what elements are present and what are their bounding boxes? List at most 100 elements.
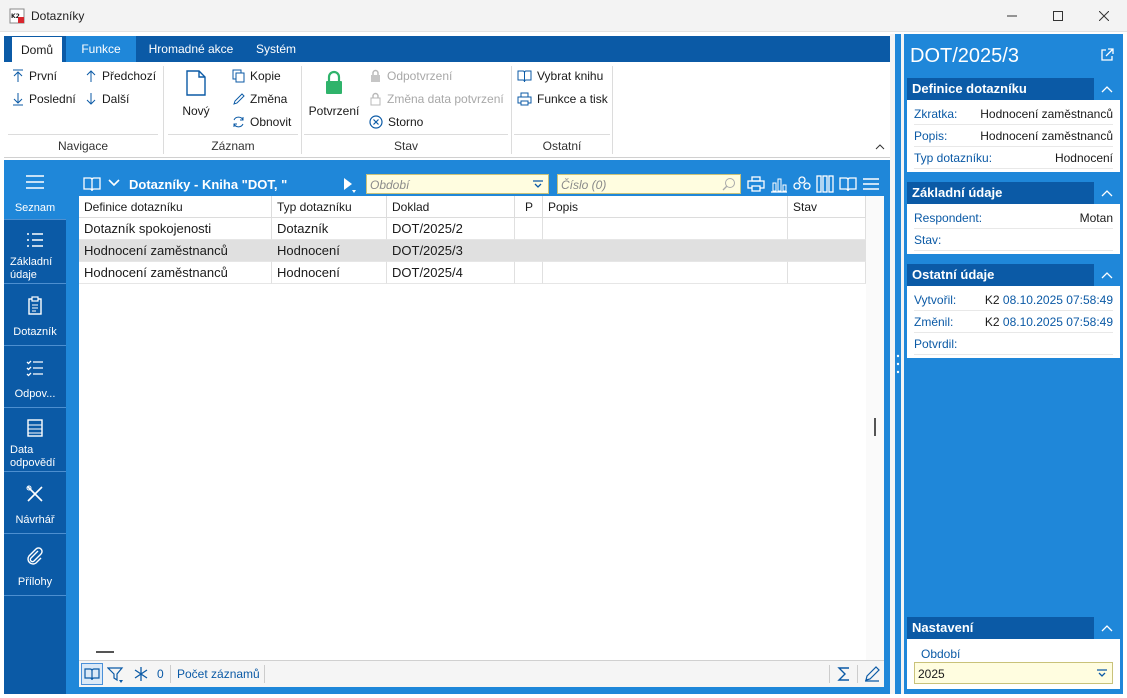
last-button[interactable]: Poslední bbox=[12, 92, 76, 106]
cell-doklad: DOT/2025/2 bbox=[387, 218, 515, 240]
field-zmenil: Změnil: K2 08.10.2025 07:58:49 bbox=[914, 311, 1113, 333]
first-button[interactable]: První bbox=[12, 69, 57, 83]
refresh-label: Obnovit bbox=[250, 115, 292, 129]
nav-item-seznam[interactable]: Seznam bbox=[4, 160, 66, 220]
app-logo-icon: K2 bbox=[9, 8, 25, 24]
book-icon[interactable] bbox=[83, 176, 101, 192]
column-header-popis[interactable]: Popis bbox=[543, 196, 788, 218]
scrollbar-thumb[interactable] bbox=[874, 418, 876, 436]
edit-button[interactable]: Změna bbox=[232, 92, 287, 106]
chevron-up-icon[interactable] bbox=[1094, 617, 1120, 639]
section-header-ostatni[interactable]: Ostatní údaje bbox=[907, 264, 1120, 286]
refresh-button[interactable]: Obnovit bbox=[232, 115, 291, 129]
nav-label: Odpov... bbox=[14, 388, 56, 400]
filter-icon[interactable] bbox=[107, 666, 125, 684]
cell-popis bbox=[543, 262, 788, 284]
book-icon bbox=[517, 70, 532, 83]
select-book-label: Vybrat knihu bbox=[537, 69, 604, 83]
field-zkratka: Zkratka: Hodnocení zaměstnanců bbox=[914, 103, 1113, 125]
book-open-icon[interactable] bbox=[839, 175, 857, 193]
section-header-definice[interactable]: Definice dotazníku bbox=[907, 78, 1120, 100]
snowflake-icon[interactable] bbox=[133, 666, 149, 682]
obdobi-filter-input[interactable]: Období bbox=[366, 174, 549, 194]
play-arrow-icon[interactable] bbox=[343, 177, 357, 193]
close-button[interactable] bbox=[1081, 0, 1127, 32]
users-icon[interactable] bbox=[793, 175, 811, 193]
timestamp[interactable]: 08.10.2025 07:58:49 bbox=[1003, 315, 1113, 329]
field-label: Stav: bbox=[914, 233, 942, 247]
nav-item-zakladni-udaje[interactable]: Základní údaje bbox=[4, 222, 66, 284]
chart-icon[interactable] bbox=[770, 175, 788, 193]
splitter-grip[interactable] bbox=[896, 352, 900, 376]
columns-icon[interactable] bbox=[816, 175, 834, 193]
column-header-stav[interactable]: Stav bbox=[788, 196, 866, 218]
column-header-typ[interactable]: Typ dotazníku bbox=[272, 196, 387, 218]
section-header-zakladni[interactable]: Základní údaje bbox=[907, 182, 1120, 204]
functions-print-button[interactable]: Funkce a tisk bbox=[517, 92, 608, 106]
nav-label: Dotazník bbox=[13, 326, 57, 338]
storno-button[interactable]: Storno bbox=[369, 115, 423, 129]
nav-item-dotaznik[interactable]: Dotazník bbox=[4, 286, 66, 346]
clipboard-icon bbox=[28, 296, 42, 315]
field-label: Potvrdil: bbox=[914, 337, 958, 351]
nav-item-odpovedi[interactable]: Odpov... bbox=[4, 348, 66, 408]
chevron-down-icon[interactable] bbox=[108, 179, 120, 187]
cell-definice: Hodnocení zaměstnanců bbox=[79, 240, 272, 262]
tab-hromadne-akce[interactable]: Hromadné akce bbox=[141, 36, 241, 62]
table-row[interactable]: Hodnocení zaměstnanců Hodnocení DOT/2025… bbox=[79, 262, 866, 284]
open-external-icon[interactable] bbox=[1100, 48, 1114, 62]
print-icon[interactable] bbox=[747, 175, 765, 193]
group-separator bbox=[612, 66, 613, 154]
edit-pencil-icon[interactable] bbox=[864, 666, 880, 682]
lock-disabled-icon bbox=[371, 69, 380, 82]
vertical-scrollbar[interactable] bbox=[866, 196, 884, 660]
table-row-selected[interactable]: Hodnocení zaměstnanců Hodnocení DOT/2025… bbox=[79, 240, 866, 262]
field-label: Změnil: bbox=[914, 315, 954, 329]
field-value: Hodnocení zaměstnanců bbox=[980, 107, 1113, 121]
change-confirm-date-button[interactable]: Změna data potvrzení bbox=[369, 92, 504, 106]
obdobi-label: Období bbox=[921, 647, 961, 661]
unconfirm-button[interactable]: Odpotvrzení bbox=[369, 69, 452, 83]
tab-funkce[interactable]: Funkce bbox=[66, 36, 136, 62]
horizontal-scrollbar-thumb[interactable] bbox=[96, 651, 114, 653]
record-count-label[interactable]: Počet záznamů bbox=[177, 667, 260, 681]
previous-button[interactable]: Předchozí bbox=[85, 69, 156, 83]
cell-stav bbox=[788, 218, 866, 240]
field-vytvoril: Vytvořil: K2 08.10.2025 07:58:49 bbox=[914, 289, 1113, 311]
nav-item-prilohy[interactable]: Přílohy bbox=[4, 536, 66, 596]
tab-domu[interactable]: Domů bbox=[12, 36, 62, 62]
tab-system[interactable]: Systém bbox=[245, 36, 307, 62]
section-header-nastaveni[interactable]: Nastavení bbox=[907, 617, 1120, 639]
arrow-up-first-icon bbox=[13, 69, 23, 82]
new-button[interactable]: Nový bbox=[176, 70, 216, 122]
cell-definice: Hodnocení zaměstnanců bbox=[79, 262, 272, 284]
minimize-button[interactable] bbox=[989, 0, 1035, 32]
nav-item-navrhar[interactable]: Návrhář bbox=[4, 474, 66, 534]
select-book-button[interactable]: Vybrat knihu bbox=[517, 69, 603, 83]
confirm-button[interactable]: Potvrzení bbox=[306, 70, 362, 122]
column-header-p[interactable]: P bbox=[515, 196, 543, 218]
column-header-definice[interactable]: Definice dotazníku bbox=[79, 196, 272, 218]
confirm-label: Potvrzení bbox=[308, 104, 360, 118]
field-label: Zkratka: bbox=[914, 107, 958, 121]
chevron-up-icon[interactable] bbox=[1094, 78, 1120, 100]
hamburger-menu-icon[interactable] bbox=[862, 176, 880, 192]
first-label: První bbox=[29, 69, 58, 83]
sum-icon[interactable] bbox=[837, 666, 851, 682]
timestamp[interactable]: 08.10.2025 07:58:49 bbox=[1003, 293, 1113, 307]
cell-p bbox=[515, 218, 543, 240]
cislo-search-input[interactable]: Číslo (0) bbox=[557, 174, 741, 194]
copy-button[interactable]: Kopie bbox=[232, 69, 281, 83]
next-button[interactable]: Další bbox=[85, 92, 129, 106]
field-value: K2 08.10.2025 07:58:49 bbox=[985, 289, 1113, 311]
collapse-ribbon-icon[interactable] bbox=[875, 143, 885, 151]
maximize-button[interactable] bbox=[1035, 0, 1081, 32]
chevron-up-icon[interactable] bbox=[1094, 264, 1120, 286]
chevron-up-icon[interactable] bbox=[1094, 182, 1120, 204]
book-view-toggle[interactable] bbox=[81, 663, 103, 685]
obdobi-select[interactable]: 2025 bbox=[914, 662, 1113, 684]
nav-label: Návrhář bbox=[15, 514, 55, 526]
nav-item-data-odpovedi[interactable]: Data odpovědí bbox=[4, 410, 66, 472]
table-row[interactable]: Dotazník spokojenosti Dotazník DOT/2025/… bbox=[79, 218, 866, 240]
column-header-doklad[interactable]: Doklad bbox=[387, 196, 515, 218]
